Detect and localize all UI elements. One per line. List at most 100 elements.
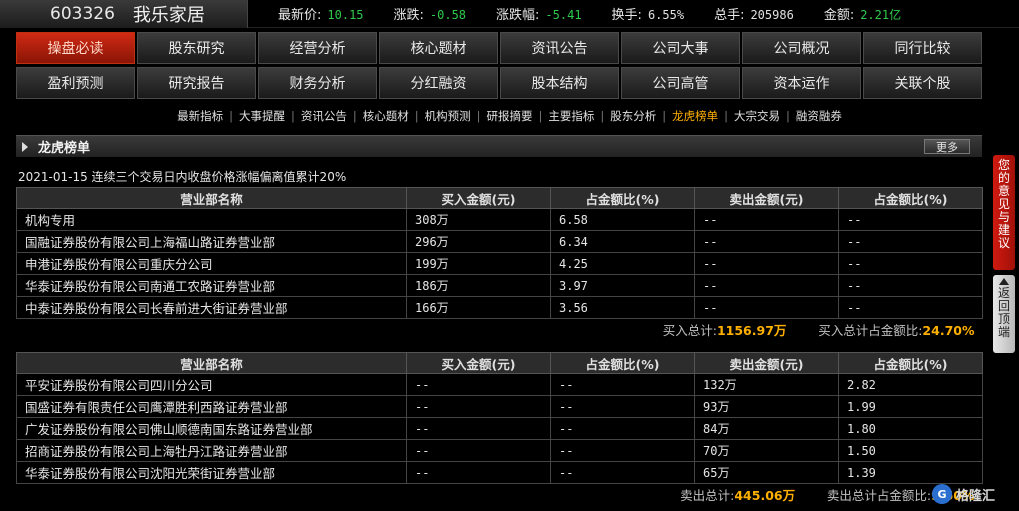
quote-label: 金额:	[823, 8, 855, 23]
triangle-right-icon	[22, 141, 28, 152]
cell-buy-amount: --	[406, 439, 551, 462]
column-header: 占金额比(%)	[838, 187, 983, 209]
cell-sell-amount: --	[694, 252, 839, 275]
nav-tab-dashi[interactable]: 公司大事	[621, 32, 740, 64]
total-row: 买入总计:1156.97万 买入总计占金额比:24.70%	[17, 319, 983, 341]
cell-branch: 申港证券股份有限公司重庆分公司	[16, 252, 407, 275]
back-to-top-tab[interactable]: 返 回 顶 端	[993, 275, 1015, 353]
nav-tab-guben[interactable]: 股本结构	[500, 67, 619, 99]
sublink-dazong[interactable]: 大宗交易	[728, 108, 786, 124]
cell-branch: 机构专用	[16, 208, 407, 231]
cell-sell-amount: --	[694, 208, 839, 231]
quote-label: 涨跌:	[393, 8, 424, 23]
sublink-zhibiao[interactable]: 主要指标	[542, 108, 600, 124]
nav-tab-jingying[interactable]: 经营分析	[258, 32, 377, 64]
cell-sell-ratio: 1.99	[838, 395, 983, 418]
sublink-dashi[interactable]: 大事提醒	[233, 108, 291, 124]
cell-buy-ratio: --	[550, 439, 695, 462]
cell-buy-ratio: 3.56	[550, 296, 695, 319]
quote-value: -5.41	[545, 8, 582, 22]
sell-total-value: 445.06万	[734, 488, 796, 504]
quote-label: 涨跌幅:	[496, 8, 540, 23]
cell-sell-ratio: --	[838, 296, 983, 319]
more-button[interactable]: 更多	[924, 139, 970, 154]
nav-tab-gudong[interactable]: 股东研究	[137, 32, 256, 64]
column-header: 买入金额(元)	[406, 352, 551, 374]
column-header: 买入金额(元)	[406, 187, 551, 209]
cell-branch: 国融证券股份有限公司上海福山路证券营业部	[16, 230, 407, 253]
section-header: 龙虎榜单 更多	[16, 135, 982, 157]
cell-sell-amount: --	[694, 296, 839, 319]
table-row: 华泰证券股份有限公司沈阳光荣街证券营业部 -- -- 65万 1.39	[16, 461, 983, 484]
nav-tab-yanjiu[interactable]: 研究报告	[137, 67, 256, 99]
sub-nav: 最新指标 | 大事提醒 | 资讯公告 | 核心题材 | 机构预测 | 研报摘要 | 主要指标…	[0, 106, 1019, 126]
nav-tab-gaoguan[interactable]: 公司高管	[621, 67, 740, 99]
sublink-gudong[interactable]: 股东分析	[604, 108, 662, 124]
sublink-ticai[interactable]: 核心题材	[357, 108, 415, 124]
sell-total-label: 卖出总计:	[680, 488, 735, 504]
table-row: 国盛证券有限责任公司鹰潭胜利西路证券营业部 -- -- 93万 1.99	[16, 395, 983, 418]
cell-sell-amount: 84万	[694, 417, 839, 440]
nav-tab-zixun[interactable]: 资讯公告	[500, 32, 619, 64]
cell-sell-ratio: 1.50	[838, 439, 983, 462]
arrow-up-icon	[999, 278, 1009, 285]
buy-ratio-label: 买入总计占金额比:	[818, 323, 923, 339]
buy-total-cell: 买入总计:1156.97万 买入总计占金额比:24.70%	[17, 319, 983, 341]
quote-latest-price: 最新价: 10.15	[278, 4, 364, 23]
table-header-row: 营业部名称 买入金额(元) 占金额比(%) 卖出金额(元) 占金额比(%)	[16, 352, 983, 374]
cell-buy-ratio: --	[550, 395, 695, 418]
nav-tab-fenhong[interactable]: 分红融资	[379, 67, 498, 99]
table-row: 广发证券股份有限公司佛山顺德南国东路证券营业部 -- -- 84万 1.80	[16, 417, 983, 440]
table-row: 申港证券股份有限公司重庆分公司 199万 4.25 -- --	[16, 252, 983, 275]
nav-tab-guanlian[interactable]: 关联个股	[863, 67, 982, 99]
sublink-zixun[interactable]: 资讯公告	[295, 108, 353, 124]
quote-change: 涨跌: -0.58	[394, 4, 467, 23]
cell-buy-ratio: 6.34	[550, 230, 695, 253]
cell-buy-ratio: 6.58	[550, 208, 695, 231]
quote-value: 205986	[750, 8, 794, 22]
stock-title: 603326 我乐家居	[0, 0, 248, 28]
cell-sell-ratio: 2.82	[838, 373, 983, 396]
cell-sell-ratio: --	[838, 274, 983, 297]
cell-buy-amount: 186万	[406, 274, 551, 297]
cell-branch: 广发证券股份有限公司佛山顺德南国东路证券营业部	[16, 417, 407, 440]
cell-sell-ratio: --	[838, 252, 983, 275]
cell-buy-amount: 308万	[406, 208, 551, 231]
nav-tab-tonghang[interactable]: 同行比较	[863, 32, 982, 64]
nav-row-1: 操盘必读 股东研究 经营分析 核心题材 资讯公告 公司大事 公司概况 同行比较	[16, 32, 982, 64]
quote-value: -0.58	[429, 8, 467, 22]
nav-tab-caiwu[interactable]: 财务分析	[258, 67, 377, 99]
cell-branch: 国盛证券有限责任公司鹰潭胜利西路证券营业部	[16, 395, 407, 418]
main-nav: 操盘必读 股东研究 经营分析 核心题材 资讯公告 公司大事 公司概况 同行比较 …	[16, 32, 982, 102]
sublink-zuixin[interactable]: 最新指标	[171, 108, 229, 124]
table-row: 中泰证券股份有限公司长春前进大街证券营业部 166万 3.56 -- --	[16, 296, 983, 319]
table-header-row: 营业部名称 买入金额(元) 占金额比(%) 卖出金额(元) 占金额比(%)	[16, 187, 983, 209]
sublink-yanbao[interactable]: 研报摘要	[481, 108, 539, 124]
sublink-rongzi[interactable]: 融资融券	[790, 108, 848, 124]
nav-tab-yingli[interactable]: 盈利预测	[16, 67, 135, 99]
watermark: G 格隆汇	[932, 484, 995, 504]
quote-amount: 金额: 2.21亿	[824, 4, 901, 23]
cell-buy-ratio: --	[550, 417, 695, 440]
column-header: 占金额比(%)	[838, 352, 983, 374]
cell-buy-amount: 166万	[406, 296, 551, 319]
column-header: 卖出金额(元)	[694, 187, 839, 209]
stock-name: 我乐家居	[132, 4, 205, 26]
cell-sell-amount: 93万	[694, 395, 839, 418]
feedback-char: 议	[997, 236, 1010, 250]
column-header: 营业部名称	[16, 352, 407, 374]
cell-buy-amount: --	[406, 373, 551, 396]
nav-tab-gaikuang[interactable]: 公司概况	[742, 32, 861, 64]
sublink-longhu[interactable]: 龙虎榜单	[666, 108, 724, 124]
nav-tab-caopan[interactable]: 操盘必读	[16, 32, 135, 64]
column-header: 营业部名称	[16, 187, 407, 209]
buy-ratio-value: 24.70%	[922, 323, 975, 339]
event-description: 2021-01-15 连续三个交易日内收盘价格涨幅偏离值累计20%	[18, 170, 347, 184]
nav-tab-ticai[interactable]: 核心题材	[379, 32, 498, 64]
nav-tab-ziben[interactable]: 资本运作	[742, 67, 861, 99]
sublink-jigou[interactable]: 机构预测	[419, 108, 477, 124]
cell-sell-amount: 132万	[694, 373, 839, 396]
feedback-tab[interactable]: 您 的 意 见 与 建 议	[993, 155, 1015, 270]
cell-buy-amount: --	[406, 395, 551, 418]
cell-sell-ratio: 1.80	[838, 417, 983, 440]
